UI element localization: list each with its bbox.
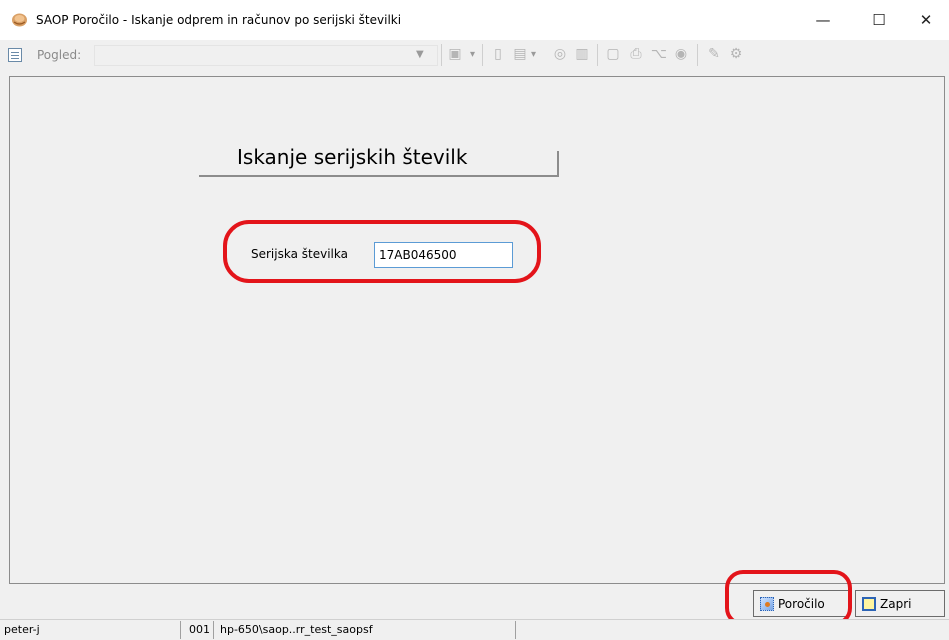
- window-title: SAOP Poročilo - Iskanje odprem in računo…: [36, 13, 402, 27]
- status-database: hp-650\saop..rr_test_saopsf: [220, 623, 373, 636]
- close-button[interactable]: Zapri: [855, 590, 945, 617]
- new-doc-icon[interactable]: ▯: [489, 45, 507, 63]
- view-icon: [8, 48, 22, 62]
- status-user: peter-j: [4, 623, 40, 636]
- pdf-icon[interactable]: ⌥: [650, 45, 668, 63]
- page-title: Iskanje serijskih številk: [237, 145, 468, 169]
- status-code: 001: [189, 623, 210, 636]
- chevron-down-icon[interactable]: ▾: [531, 49, 536, 60]
- toolbar-divider: [597, 44, 598, 66]
- chevron-down-icon: ▼: [416, 49, 424, 60]
- form-panel: [9, 76, 945, 584]
- heading-divider-edge: [557, 151, 559, 177]
- print-icon[interactable]: ⎙: [627, 45, 645, 63]
- edit-icon[interactable]: ✎: [705, 45, 723, 63]
- status-divider: [515, 621, 516, 639]
- view-label: Pogled:: [37, 48, 82, 62]
- close-icon: [862, 596, 876, 611]
- database-icon[interactable]: ◉: [672, 45, 690, 63]
- status-divider: [213, 621, 214, 639]
- toolbar-divider: [482, 44, 483, 66]
- export-icon[interactable]: ▤: [511, 45, 529, 63]
- save-icon[interactable]: ▣: [446, 45, 464, 63]
- preview-icon[interactable]: ▢: [604, 45, 622, 63]
- maximize-button[interactable]: ☐: [856, 0, 902, 40]
- view-select[interactable]: [94, 45, 438, 66]
- annotation-circle-serial: [223, 220, 541, 283]
- heading-divider: [199, 175, 559, 177]
- refresh-icon[interactable]: ◎: [551, 45, 569, 63]
- close-button-label: Zapri: [880, 596, 912, 611]
- settings-icon[interactable]: ⚙: [727, 45, 745, 63]
- close-window-button[interactable]: ✕: [903, 0, 949, 40]
- status-divider: [180, 621, 181, 639]
- toolbar-divider: [441, 44, 442, 66]
- app-icon: [12, 13, 27, 27]
- toolbar-divider: [697, 44, 698, 66]
- minimize-button[interactable]: —: [800, 0, 846, 40]
- status-bar: [0, 619, 949, 640]
- chevron-down-icon[interactable]: ▾: [470, 49, 475, 60]
- title-bar: SAOP Poročilo - Iskanje odprem in računo…: [0, 0, 949, 40]
- annotation-circle-report: [725, 570, 852, 626]
- chart-icon[interactable]: ▥: [573, 45, 591, 63]
